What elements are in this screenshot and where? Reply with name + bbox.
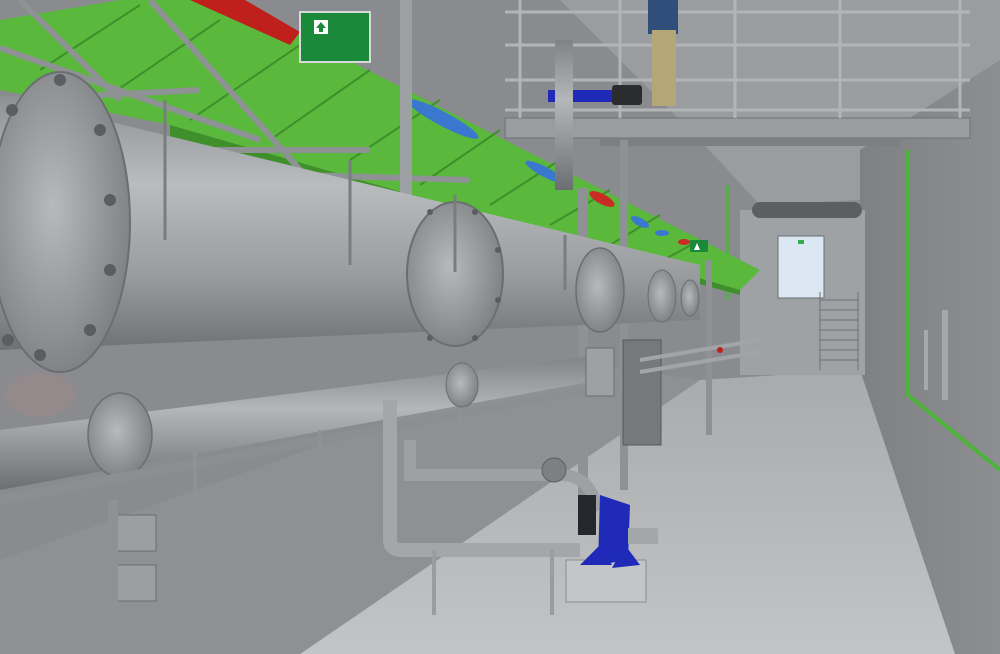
inline-valve xyxy=(541,457,567,483)
pump-base xyxy=(565,559,647,603)
pump-discharge-pipe xyxy=(628,528,658,544)
blue-pipe-segment-4 xyxy=(655,230,669,236)
junction-box xyxy=(585,347,615,397)
platform-pipe xyxy=(555,40,573,190)
end-duct xyxy=(752,202,862,218)
platform-pump-motor xyxy=(612,85,642,105)
wall-panel xyxy=(942,310,948,400)
worker-figure xyxy=(648,0,678,106)
red-pipe-segment-2 xyxy=(678,239,690,245)
pipe-corridor-render xyxy=(0,0,1000,654)
exit-sign xyxy=(299,11,371,63)
exit-sign-far xyxy=(690,240,708,252)
end-door-green-light xyxy=(798,240,804,244)
junction-box-3 xyxy=(113,564,157,602)
end-door xyxy=(777,235,825,299)
junction-box-2 xyxy=(113,514,157,552)
vertical-column xyxy=(578,188,588,498)
arrow-up-icon xyxy=(314,20,328,34)
far-red-valve xyxy=(717,347,723,353)
support-post xyxy=(108,500,118,654)
wall-panel-2 xyxy=(924,330,928,390)
